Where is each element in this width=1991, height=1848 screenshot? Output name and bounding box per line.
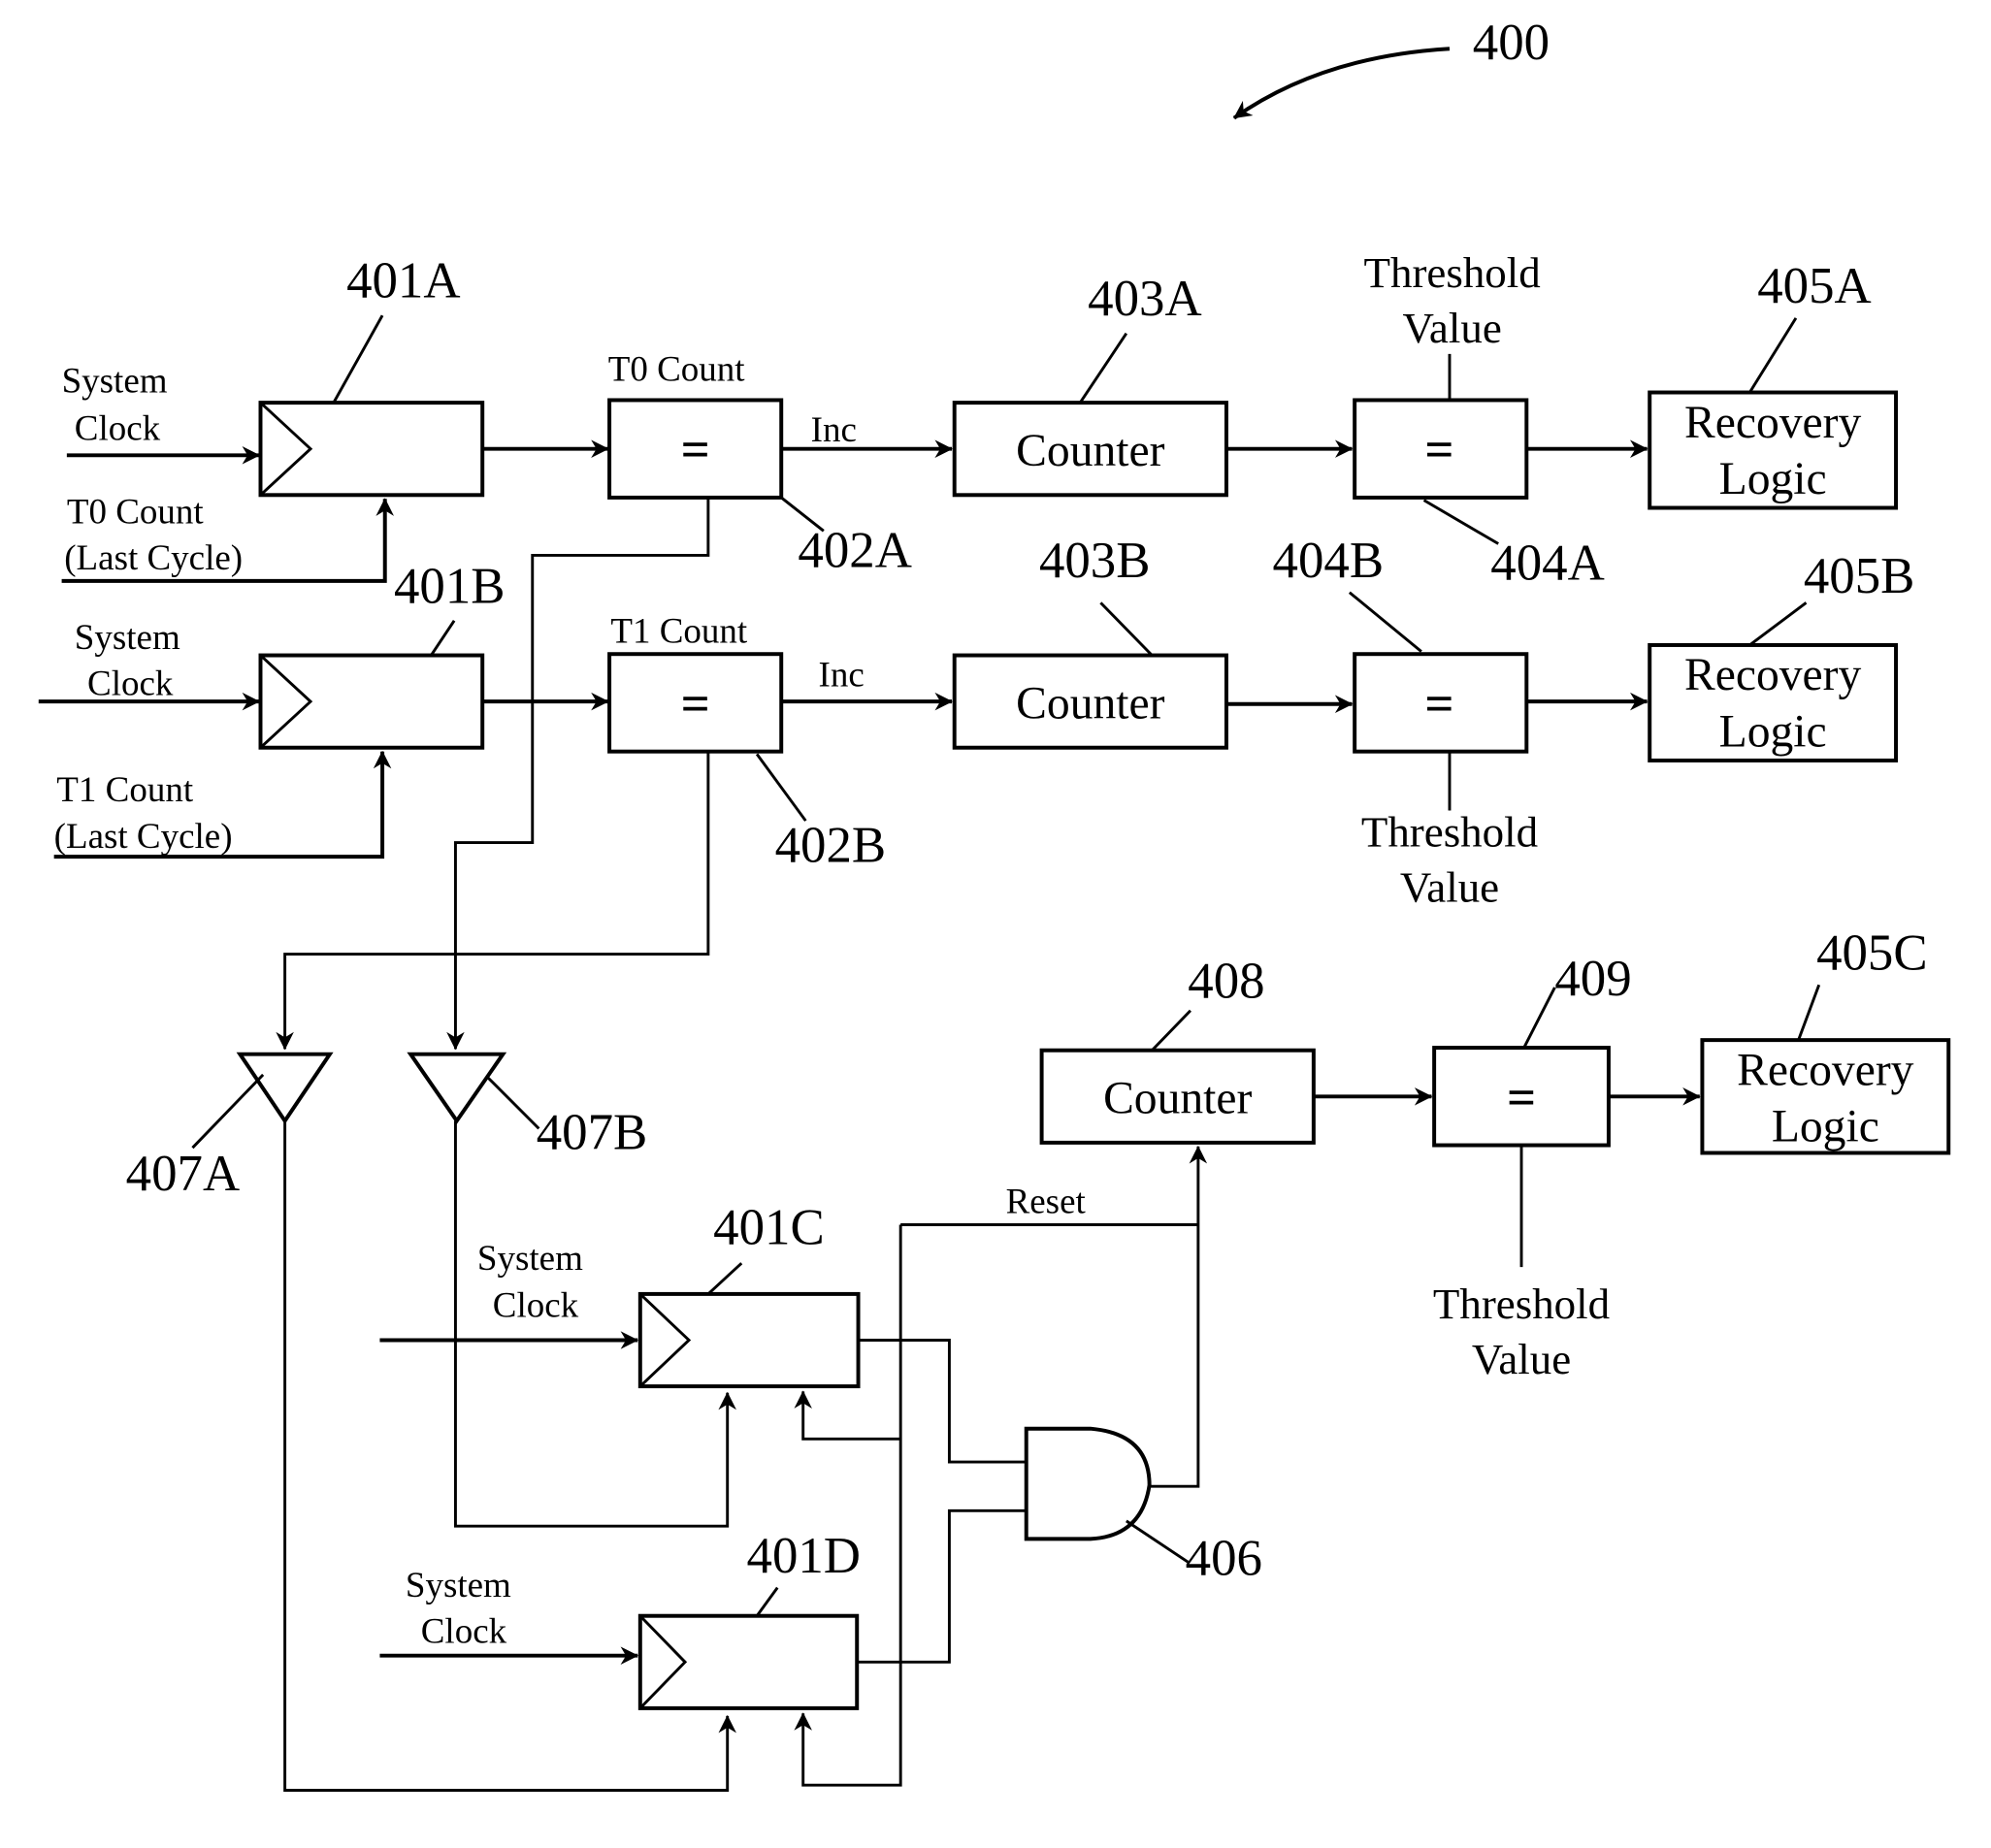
row-b: System Clock 401B T1 Count (Last Cycle) …: [38, 533, 1915, 911]
leader-line: [332, 314, 384, 404]
clock-label: System: [477, 1239, 583, 1279]
threshold-label: Value: [1472, 1335, 1571, 1383]
comparator-label: T0 Count: [608, 350, 746, 390]
figure-number: 400: [1473, 15, 1550, 71]
comparator-label: T1 Count: [610, 611, 748, 651]
ref-label: 404B: [1273, 533, 1385, 589]
ref-label: 404A: [1490, 535, 1604, 592]
ref-label: 405C: [1816, 924, 1928, 981]
bottom-row: Counter 408 = 409 Threshold Value Recove…: [1039, 924, 1951, 1383]
leader-line: [1079, 332, 1128, 404]
ref-label: 402B: [775, 817, 887, 873]
ref-label: 402A: [798, 522, 911, 578]
flipflop-401b: [258, 653, 485, 750]
flipflop-401d: [637, 1613, 860, 1710]
recovery-label: Recovery: [1737, 1045, 1914, 1095]
clock-label: Clock: [421, 1611, 507, 1651]
and-gate-group: 406 Reset: [794, 1145, 1262, 1787]
ref-label: 405B: [1804, 548, 1915, 604]
row-a: System Clock 401A T0 Count (Last Cycle) …: [61, 248, 1899, 592]
ff-c-output-wire: [858, 1339, 1027, 1464]
ref-label: 405A: [1757, 258, 1871, 314]
clock-label: System: [62, 362, 168, 402]
clock-label: Clock: [87, 665, 174, 704]
recovery-label: Logic: [1772, 1102, 1879, 1152]
ref-label: 401C: [713, 1199, 825, 1255]
leader-line: [1348, 591, 1422, 653]
recovery-label: Logic: [1719, 706, 1827, 757]
recovery-label: Recovery: [1684, 398, 1862, 448]
leader-line: [1748, 601, 1808, 647]
recovery-label: Recovery: [1684, 650, 1862, 700]
flipflop-d-group: System Clock 401D: [379, 1528, 861, 1710]
reset-to-ff-c-wire: [794, 1390, 901, 1441]
buffer-407a: [236, 1052, 334, 1124]
inc-label: Inc: [811, 410, 857, 450]
clock-label: Clock: [493, 1286, 579, 1326]
leader-line: [755, 753, 807, 822]
ref-label: 401A: [346, 253, 460, 309]
threshold-label: Value: [1402, 304, 1501, 352]
ref-label: 403A: [1088, 271, 1201, 327]
reset-label: Reset: [1006, 1183, 1087, 1222]
leader-line: [430, 620, 456, 657]
leader-line: [1422, 499, 1499, 545]
ref-label: 403B: [1039, 533, 1151, 589]
flipflop-c-group: System Clock 401C: [379, 1199, 861, 1389]
leader-line: [486, 1076, 540, 1130]
leader-line: [1151, 1009, 1191, 1052]
last-cycle-label: T1 Count: [56, 770, 194, 810]
leader-line: [706, 1262, 743, 1295]
counter-label: Counter: [1016, 426, 1164, 476]
leader-line: [755, 1586, 779, 1617]
threshold-label: Threshold: [1364, 248, 1541, 297]
clock-label: System: [75, 618, 180, 658]
ff-d-output-wire: [857, 1508, 1027, 1664]
inc-label: Inc: [819, 655, 865, 695]
ref-label: 409: [1554, 951, 1631, 1007]
equals-icon: =: [1424, 422, 1453, 478]
ref-label: 408: [1188, 954, 1264, 1010]
recovery-label: Logic: [1719, 454, 1827, 504]
ref-label: 401B: [394, 558, 506, 614]
threshold-label: Threshold: [1361, 808, 1538, 857]
clock-label: Clock: [75, 408, 161, 448]
flipflop-401a: [258, 401, 485, 498]
threshold-label: Threshold: [1433, 1280, 1610, 1328]
figure-pointer-arrow: [1232, 47, 1451, 120]
leader-line: [1797, 984, 1821, 1041]
leader-line: [1099, 601, 1154, 657]
figure-reference: 400: [1232, 15, 1550, 120]
last-cycle-label: (Last Cycle): [54, 817, 233, 857]
leader-line: [1522, 987, 1556, 1049]
leader-line: [191, 1073, 265, 1150]
and-to-counter-wire: [1149, 1145, 1208, 1488]
t1-match-wire: [276, 751, 710, 1051]
counter-label: Counter: [1016, 678, 1164, 729]
flipflop-401c: [637, 1291, 861, 1389]
circuit-diagram: 400 System Clock 401A T0 Count (Last Cyc…: [38, 15, 1951, 1792]
leader-line: [1748, 317, 1798, 394]
equals-icon: =: [1424, 676, 1453, 732]
clock-label: System: [406, 1566, 511, 1605]
threshold-label: Value: [1400, 862, 1499, 911]
equals-icon: =: [681, 676, 710, 732]
ref-label: 407B: [537, 1105, 648, 1161]
ref-label: 401D: [747, 1528, 861, 1584]
leader-line: [1126, 1519, 1190, 1564]
ref-label: 407A: [126, 1146, 240, 1202]
equals-icon: =: [681, 422, 710, 478]
equals-icon: =: [1507, 1070, 1536, 1126]
buffer-407b: [407, 1052, 507, 1124]
counter-label: Counter: [1103, 1073, 1252, 1123]
last-cycle-label: (Last Cycle): [64, 538, 243, 578]
ref-label: 406: [1186, 1530, 1262, 1586]
last-cycle-label: T0 Count: [67, 492, 205, 532]
